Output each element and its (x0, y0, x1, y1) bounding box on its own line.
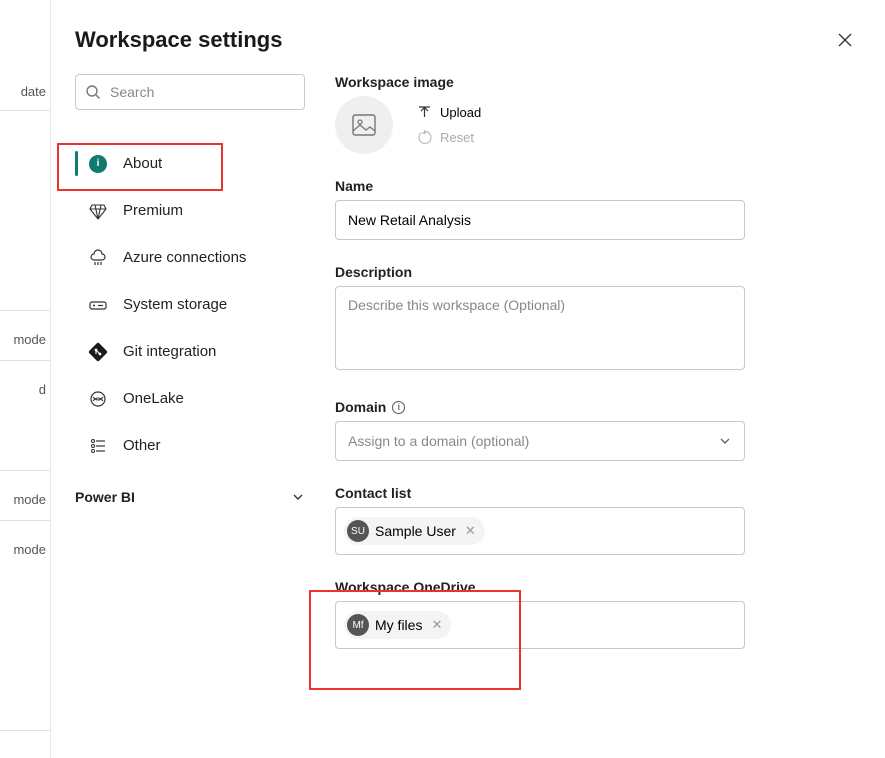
description-textarea[interactable] (335, 286, 745, 370)
nav-label: Premium (123, 202, 183, 219)
cloud-icon (87, 247, 109, 269)
search-input[interactable] (75, 74, 305, 110)
background-fragments: date mode d mode mode (0, 0, 50, 758)
info-icon[interactable]: i (392, 401, 405, 414)
close-button[interactable] (829, 24, 861, 56)
nav-label: OneLake (123, 390, 184, 407)
nav-item-storage[interactable]: System storage (75, 281, 305, 328)
nav-item-git[interactable]: Git integration (75, 328, 305, 375)
settings-list-icon (87, 435, 109, 457)
label-domain: Domain i (335, 399, 861, 415)
diamond-icon (87, 200, 109, 222)
section-powerbi[interactable]: Power BI (75, 489, 305, 505)
reset-icon (417, 130, 432, 145)
label-contact-list: Contact list (335, 485, 861, 501)
onedrive-chip: Mf My files ✕ (344, 611, 451, 639)
nav-label: Git integration (123, 343, 216, 360)
page-title: Workspace settings (75, 27, 282, 53)
nav-label: System storage (123, 296, 227, 313)
nav-item-premium[interactable]: Premium (75, 187, 305, 234)
info-icon: i (89, 155, 107, 173)
storage-icon (87, 294, 109, 316)
chip-label: My files (375, 617, 422, 633)
avatar: SU (347, 520, 369, 542)
name-input[interactable] (335, 200, 745, 240)
reset-button: Reset (417, 130, 481, 145)
search-icon (85, 84, 101, 100)
image-placeholder-icon (351, 112, 377, 138)
nav-label: About (123, 155, 162, 172)
contact-chip: SU Sample User ✕ (344, 517, 485, 545)
remove-chip-button[interactable]: ✕ (428, 617, 445, 633)
settings-panel: Workspace settings i About (50, 0, 885, 758)
label-name: Name (335, 178, 861, 194)
chevron-down-icon (718, 434, 732, 448)
label-description: Description (335, 264, 861, 280)
nav-label: Other (123, 437, 161, 454)
section-label: Power BI (75, 489, 135, 505)
content: Workspace image Upload Reset (335, 74, 861, 673)
chevron-down-icon (291, 490, 305, 504)
label-workspace-image: Workspace image (335, 74, 861, 90)
avatar: Mf (347, 614, 369, 636)
upload-icon (417, 105, 432, 120)
nav-item-about[interactable]: i About (75, 140, 305, 187)
nav-label: Azure connections (123, 249, 246, 266)
sidebar: i About Premium Azure connections (75, 74, 305, 673)
contact-list-field[interactable]: SU Sample User ✕ (335, 507, 745, 555)
domain-select[interactable]: Assign to a domain (optional) (335, 421, 745, 461)
label-onedrive: Workspace OneDrive (335, 579, 861, 595)
onelake-icon (87, 388, 109, 410)
close-icon (837, 32, 853, 48)
git-icon (87, 341, 109, 363)
nav-item-azure[interactable]: Azure connections (75, 234, 305, 281)
nav-list: i About Premium Azure connections (75, 140, 305, 469)
upload-button[interactable]: Upload (417, 105, 481, 120)
nav-item-onelake[interactable]: OneLake (75, 375, 305, 422)
nav-item-other[interactable]: Other (75, 422, 305, 469)
remove-chip-button[interactable]: ✕ (462, 523, 479, 539)
chip-label: Sample User (375, 523, 456, 539)
workspace-thumbnail (335, 96, 393, 154)
onedrive-field[interactable]: Mf My files ✕ (335, 601, 745, 649)
